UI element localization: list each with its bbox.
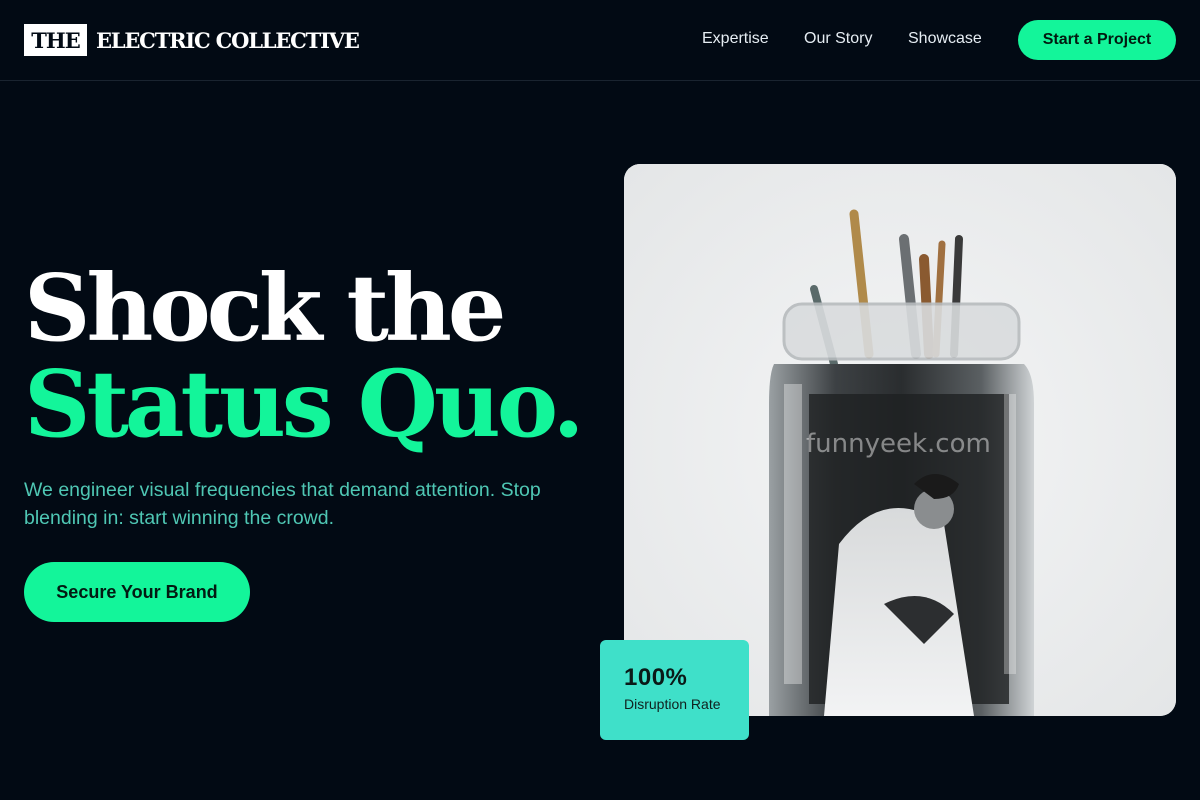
- nav-link-showcase[interactable]: Showcase: [908, 30, 982, 48]
- hero-subtitle: We engineer visual frequencies that dema…: [24, 479, 541, 529]
- logo[interactable]: THE ELECTRIC COLLECTIVE: [24, 24, 360, 56]
- hero-title-line-1: Shock the: [24, 254, 506, 362]
- stat-value: 100%: [624, 664, 688, 691]
- site-header: THE ELECTRIC COLLECTIVE Expertise Our St…: [0, 0, 1200, 81]
- nav-link-expertise[interactable]: Expertise: [702, 30, 769, 48]
- image-watermark: funnyeek.com: [806, 429, 991, 459]
- paintbrush-jar-illustration: funnyeek.com: [624, 164, 1176, 716]
- logo-mark: THE: [24, 24, 87, 56]
- secure-brand-button[interactable]: Secure Your Brand: [24, 562, 250, 622]
- hero-title-line-2: Status Quo.: [24, 350, 585, 458]
- nav-link-our-story[interactable]: Our Story: [804, 30, 872, 48]
- hero-image: funnyeek.com: [624, 164, 1176, 716]
- stat-card: 100% Disruption Rate: [600, 640, 749, 740]
- stat-label: Disruption Rate: [624, 696, 721, 712]
- start-project-button[interactable]: Start a Project: [1018, 20, 1176, 60]
- logo-wordmark: ELECTRIC COLLECTIVE: [96, 27, 360, 53]
